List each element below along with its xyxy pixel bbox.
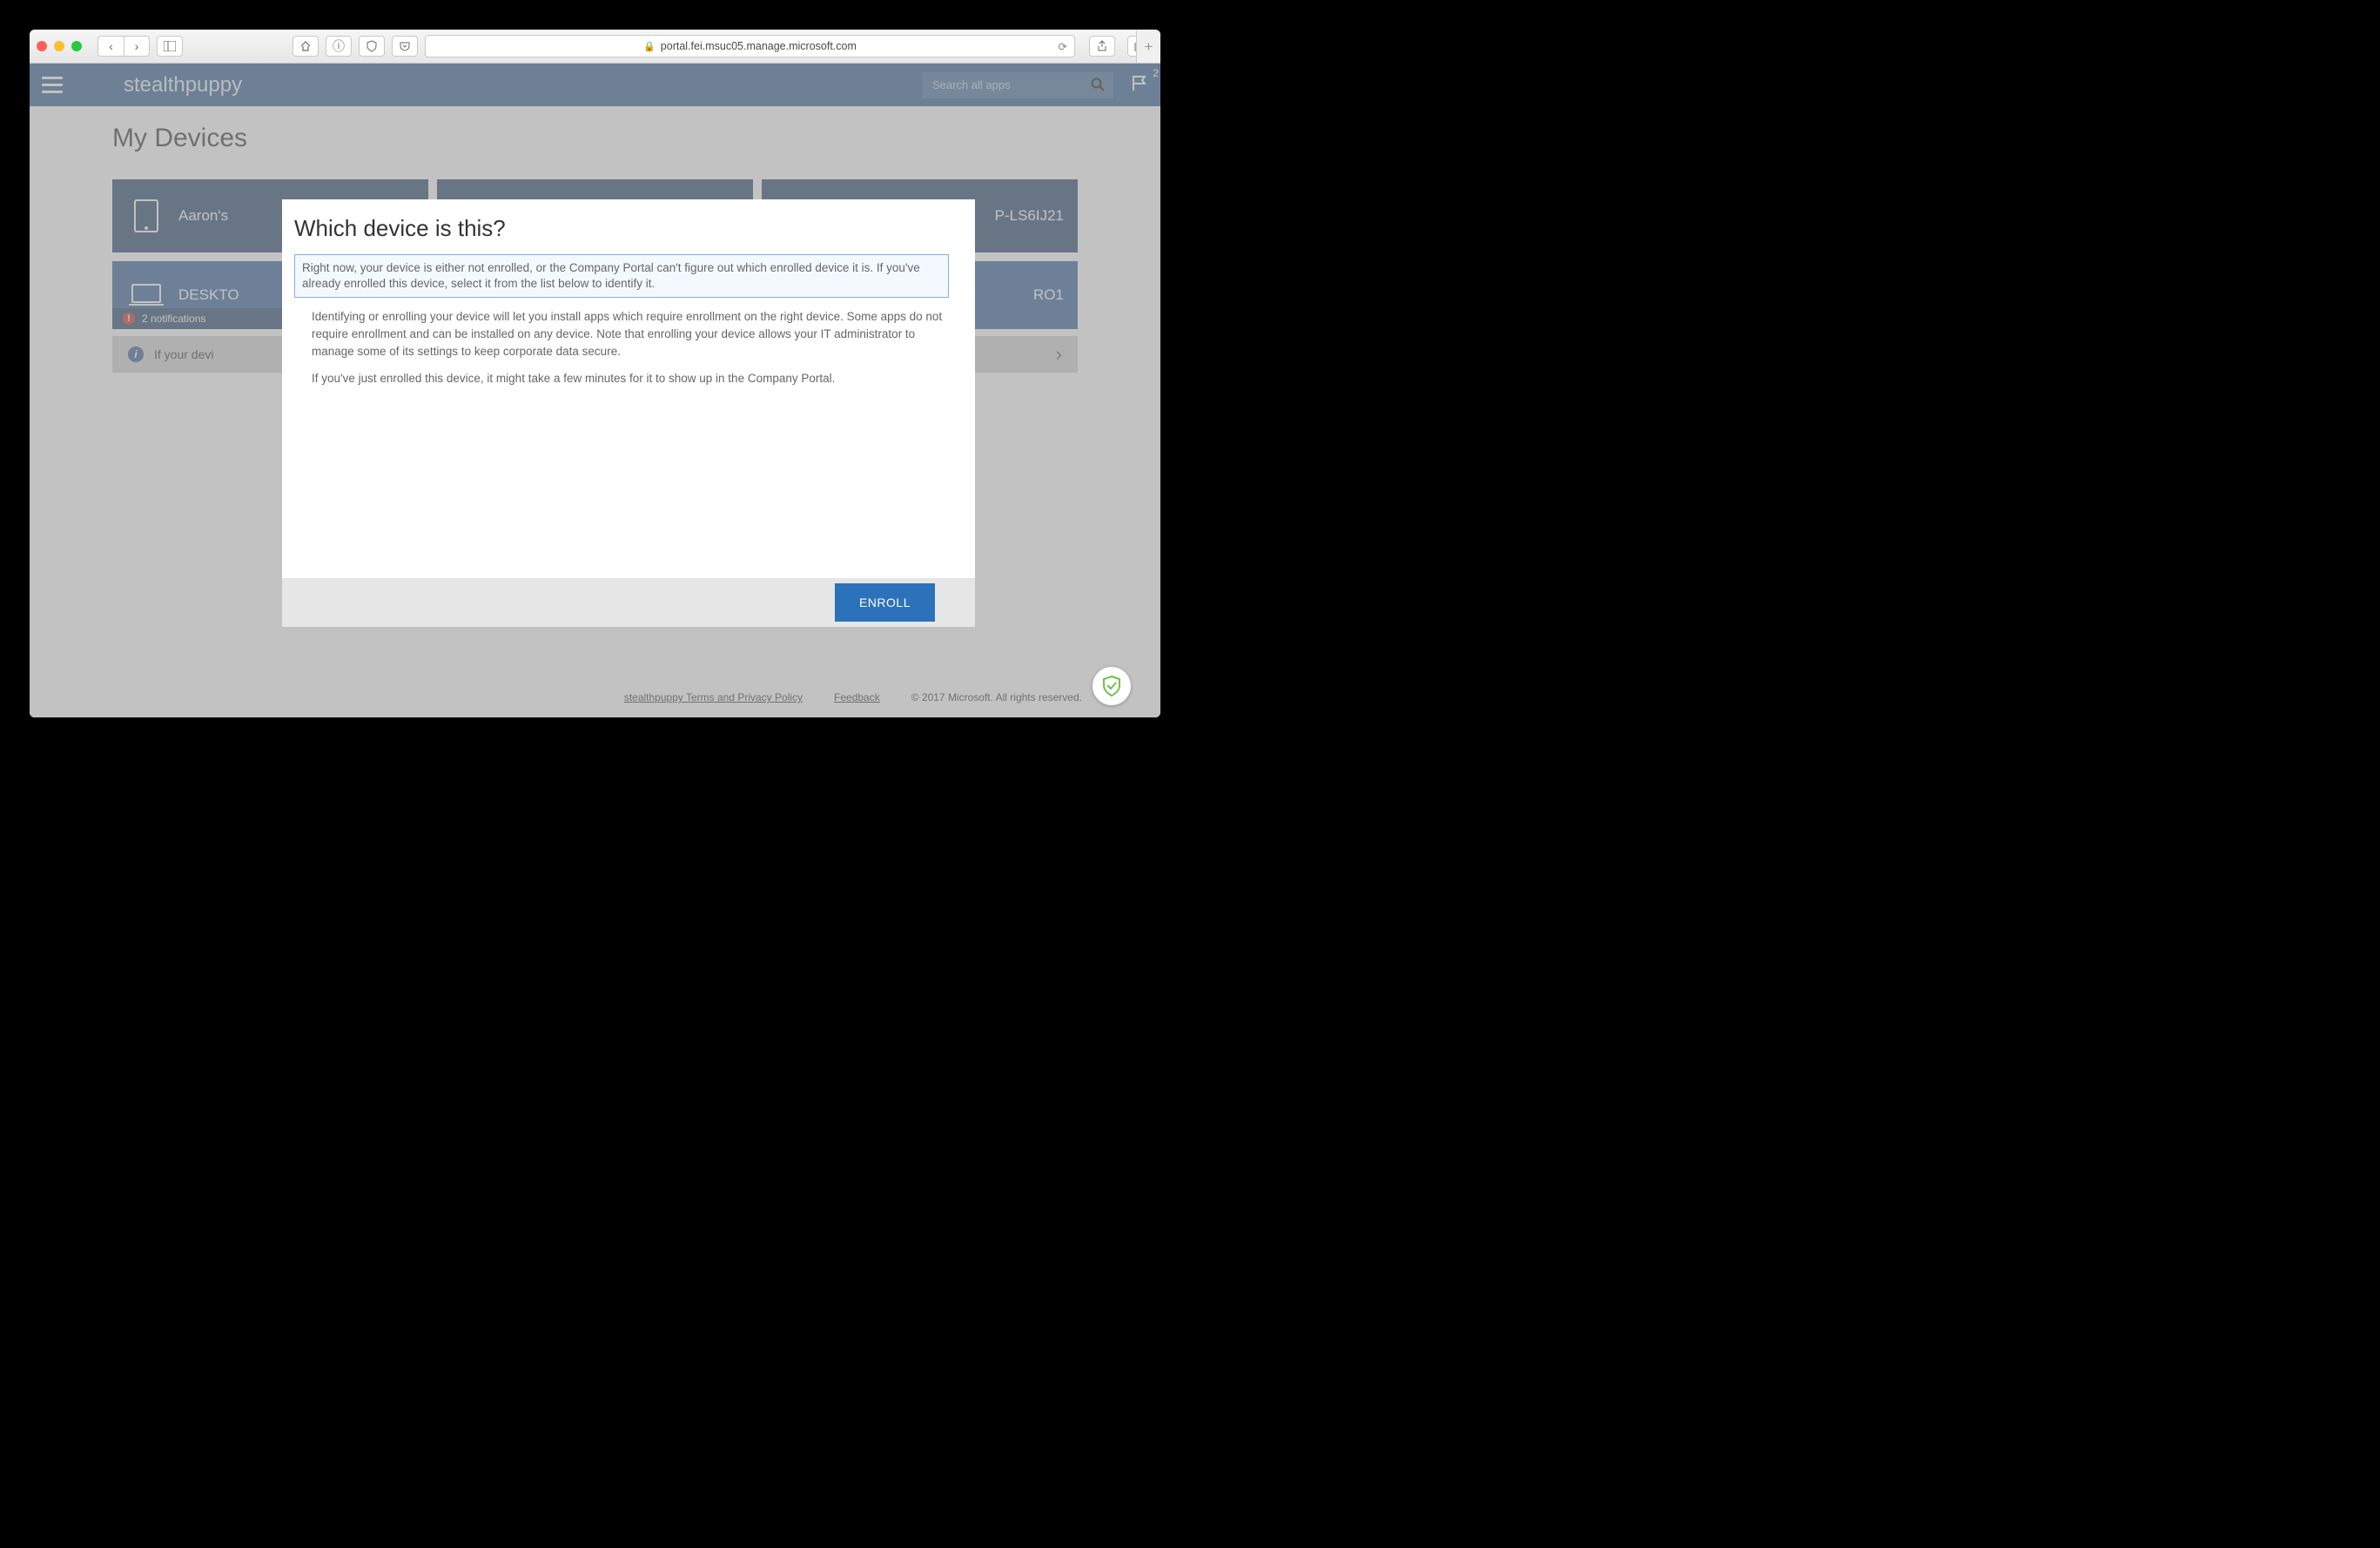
pocket-button[interactable] xyxy=(392,36,418,57)
reload-icon[interactable]: ⟳ xyxy=(1059,40,1067,53)
home-button[interactable] xyxy=(292,36,319,57)
extension-badge[interactable] xyxy=(1093,667,1131,705)
sidebar-toggle-button[interactable] xyxy=(157,36,183,57)
nav-back-forward: ‹ › xyxy=(97,36,150,57)
info-button[interactable]: ⓘ xyxy=(326,36,352,57)
window-controls xyxy=(37,41,82,51)
url-text: portal.fei.msuc05.manage.microsoft.com xyxy=(661,40,857,52)
shield-button[interactable] xyxy=(359,36,385,57)
modal-title: Which device is this? xyxy=(294,215,949,242)
minimize-window-button[interactable] xyxy=(54,41,64,51)
close-window-button[interactable] xyxy=(37,41,47,51)
modal-paragraph: Identifying or enrolling your device wil… xyxy=(312,308,949,360)
forward-button[interactable]: › xyxy=(124,36,150,57)
safari-window: ‹ › ⓘ 🔒 portal.fei.msuc05.manage.microso… xyxy=(30,30,1160,717)
new-tab-button[interactable]: + xyxy=(1136,30,1160,63)
safari-toolbar: ‹ › ⓘ 🔒 portal.fei.msuc05.manage.microso… xyxy=(30,30,1160,64)
modal-paragraph: If you've just enrolled this device, it … xyxy=(312,370,949,387)
back-button[interactable]: ‹ xyxy=(97,36,124,57)
address-bar[interactable]: 🔒 portal.fei.msuc05.manage.microsoft.com… xyxy=(425,35,1075,57)
lock-icon: 🔒 xyxy=(643,41,656,52)
share-button[interactable] xyxy=(1089,36,1115,57)
modal-highlight-text: Right now, your device is either not enr… xyxy=(294,254,949,298)
fullscreen-window-button[interactable] xyxy=(71,41,82,51)
enroll-button[interactable]: ENROLL xyxy=(835,583,935,622)
modal-footer: ENROLL xyxy=(282,578,975,627)
enroll-modal: Which device is this? Right now, your de… xyxy=(282,199,975,627)
